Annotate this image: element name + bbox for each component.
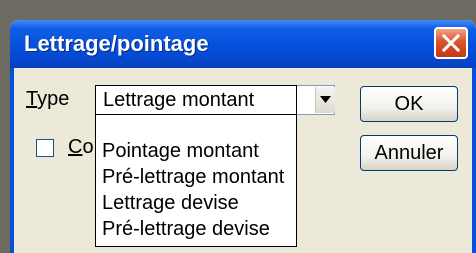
dropdown-option[interactable]: Pointage montant xyxy=(102,140,259,163)
combo-dropdown-button[interactable] xyxy=(315,87,335,113)
close-button[interactable] xyxy=(434,27,468,59)
type-dropdown-list: Pointage montant Pré-lettrage montant Le… xyxy=(95,114,297,247)
chevron-down-icon xyxy=(320,96,331,103)
cancel-button[interactable]: Annuler xyxy=(360,135,458,171)
dialog-title: Lettrage/pointage xyxy=(24,31,209,56)
title-bar[interactable]: Lettrage/pointage xyxy=(10,20,476,68)
checkbox-label: Co xyxy=(68,136,94,158)
dropdown-option[interactable]: Lettrage devise xyxy=(102,192,239,215)
option-checkbox[interactable] xyxy=(36,139,54,157)
dropdown-option[interactable]: Pré-lettrage montant xyxy=(102,166,284,189)
type-selected-value: Lettrage montant xyxy=(103,89,255,111)
dropdown-option[interactable]: Pré-lettrage devise xyxy=(102,218,270,241)
close-icon xyxy=(442,34,460,52)
ok-button[interactable]: OK xyxy=(360,86,458,122)
type-selected-item[interactable]: Lettrage montant xyxy=(95,85,297,115)
type-label: Type xyxy=(26,88,70,110)
